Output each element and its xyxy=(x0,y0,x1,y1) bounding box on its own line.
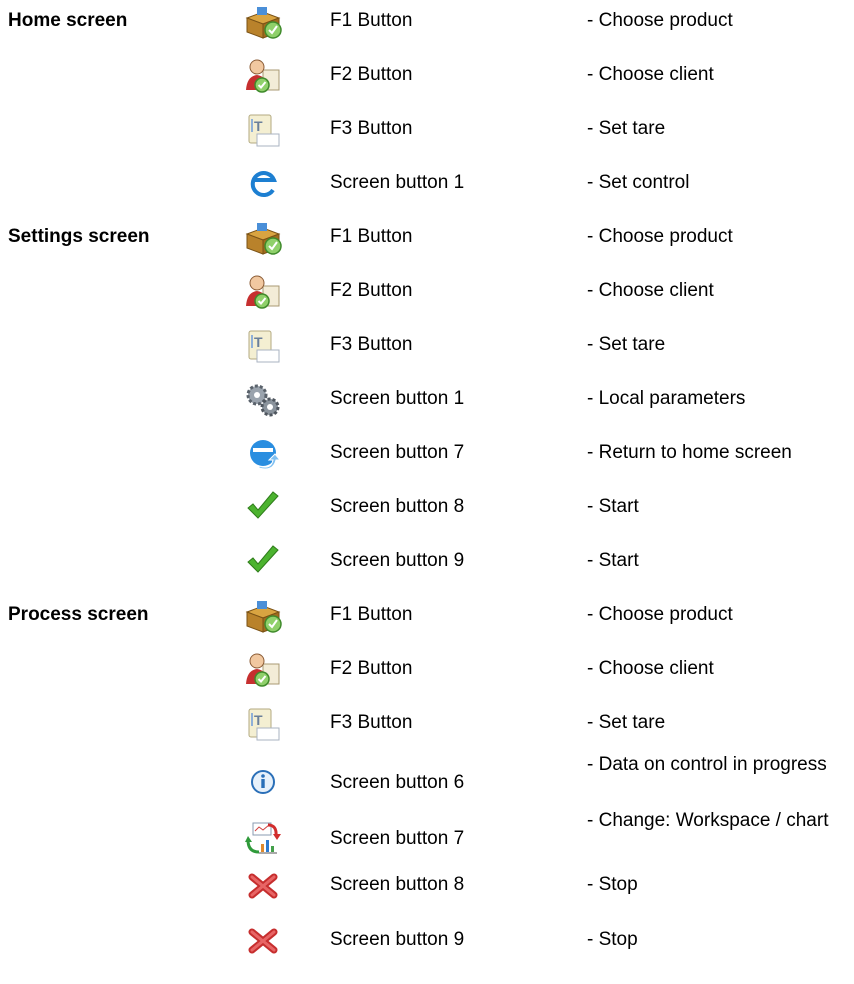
button-function: - Change: Workspace / chart xyxy=(587,810,829,831)
list-item: Screen button 8 - Start xyxy=(0,488,854,528)
product-box-icon xyxy=(243,598,283,634)
button-name: F3 Button xyxy=(330,118,413,139)
button-function: - Set tare xyxy=(587,334,666,355)
button-function: - Set control xyxy=(587,172,690,193)
button-name: F2 Button xyxy=(330,658,413,679)
button-function: - Choose product xyxy=(587,10,733,31)
button-name: F3 Button xyxy=(330,712,413,733)
button-function: - Choose client xyxy=(587,64,714,85)
button-function: - Stop xyxy=(587,874,638,895)
list-item: F3 Button - Set tare xyxy=(0,326,854,366)
gears-icon xyxy=(243,382,283,418)
button-function: - Return to home screen xyxy=(587,442,792,463)
return-home-icon xyxy=(243,436,283,472)
info-icon xyxy=(243,764,283,800)
list-item: Screen button 6 - Data on control in prog… xyxy=(0,752,854,804)
stop-x-icon xyxy=(243,923,283,959)
button-function: - Set tare xyxy=(587,712,666,733)
button-name: F1 Button xyxy=(330,226,413,247)
list-item: F3 Button - Set tare xyxy=(0,110,854,150)
button-name: F3 Button xyxy=(330,334,413,355)
list-item: F3 Button - Set tare xyxy=(0,704,854,744)
stop-x-icon xyxy=(243,868,283,904)
button-name: F2 Button xyxy=(330,280,413,301)
button-name: Screen button 7 xyxy=(330,442,465,463)
button-name: Screen button 1 xyxy=(330,388,465,409)
list-item: F2 Button - Choose client xyxy=(0,56,854,96)
client-icon xyxy=(243,274,283,310)
button-name: Screen button 8 xyxy=(330,874,465,895)
button-name: Screen button 8 xyxy=(330,496,465,517)
list-item: F2 Button - Choose client xyxy=(0,650,854,690)
button-name: Screen button 7 xyxy=(330,828,465,849)
list-item: Screen button 7 - Return to home screen xyxy=(0,434,854,474)
list-item: Screen button 9 - Start xyxy=(0,542,854,582)
list-item: Screen button 1 - Set control xyxy=(0,164,854,204)
tare-icon xyxy=(243,112,283,148)
workspace-chart-switch-icon xyxy=(243,820,283,856)
settings-screen-heading: Settings screen xyxy=(8,226,150,247)
list-item: Screen button 1 - Local parameters xyxy=(0,380,854,420)
button-function: - Stop xyxy=(587,929,638,950)
button-name: F2 Button xyxy=(330,64,413,85)
list-item: Screen button 8 - Stop xyxy=(0,866,854,906)
list-item: Screen button 7 - Change: Workspace / cha… xyxy=(0,808,854,860)
product-box-icon xyxy=(243,4,283,40)
control-e-icon xyxy=(243,166,283,202)
button-function: - Start xyxy=(587,496,639,517)
button-function: - Data on control in progress xyxy=(587,754,827,775)
list-item: Settings screen F1 Button - Choose product xyxy=(0,218,854,258)
button-name: F1 Button xyxy=(330,604,413,625)
product-box-icon xyxy=(243,220,283,256)
home-screen-heading: Home screen xyxy=(8,10,128,31)
button-function: - Choose product xyxy=(587,226,733,247)
client-icon xyxy=(243,58,283,94)
tare-icon xyxy=(243,706,283,742)
checkmark-icon xyxy=(243,490,283,526)
tare-icon xyxy=(243,328,283,364)
checkmark-icon xyxy=(243,544,283,580)
button-function: - Local parameters xyxy=(587,388,746,409)
list-item: Home screen F1 Button - Choose product xyxy=(0,2,854,42)
client-icon xyxy=(243,652,283,688)
process-screen-heading: Process screen xyxy=(8,604,149,625)
button-name: Screen button 9 xyxy=(330,550,465,571)
list-item: F2 Button - Choose client xyxy=(0,272,854,312)
button-name: Screen button 6 xyxy=(330,772,465,793)
button-function: - Choose client xyxy=(587,658,714,679)
button-name: F1 Button xyxy=(330,10,413,31)
button-name: Screen button 9 xyxy=(330,929,465,950)
list-item: Process screen F1 Button - Choose product xyxy=(0,596,854,636)
button-name: Screen button 1 xyxy=(330,172,465,193)
button-function: - Choose product xyxy=(587,604,733,625)
list-item: Screen button 9 - Stop xyxy=(0,921,854,961)
button-function: - Start xyxy=(587,550,639,571)
button-function: - Set tare xyxy=(587,118,666,139)
button-function: - Choose client xyxy=(587,280,714,301)
